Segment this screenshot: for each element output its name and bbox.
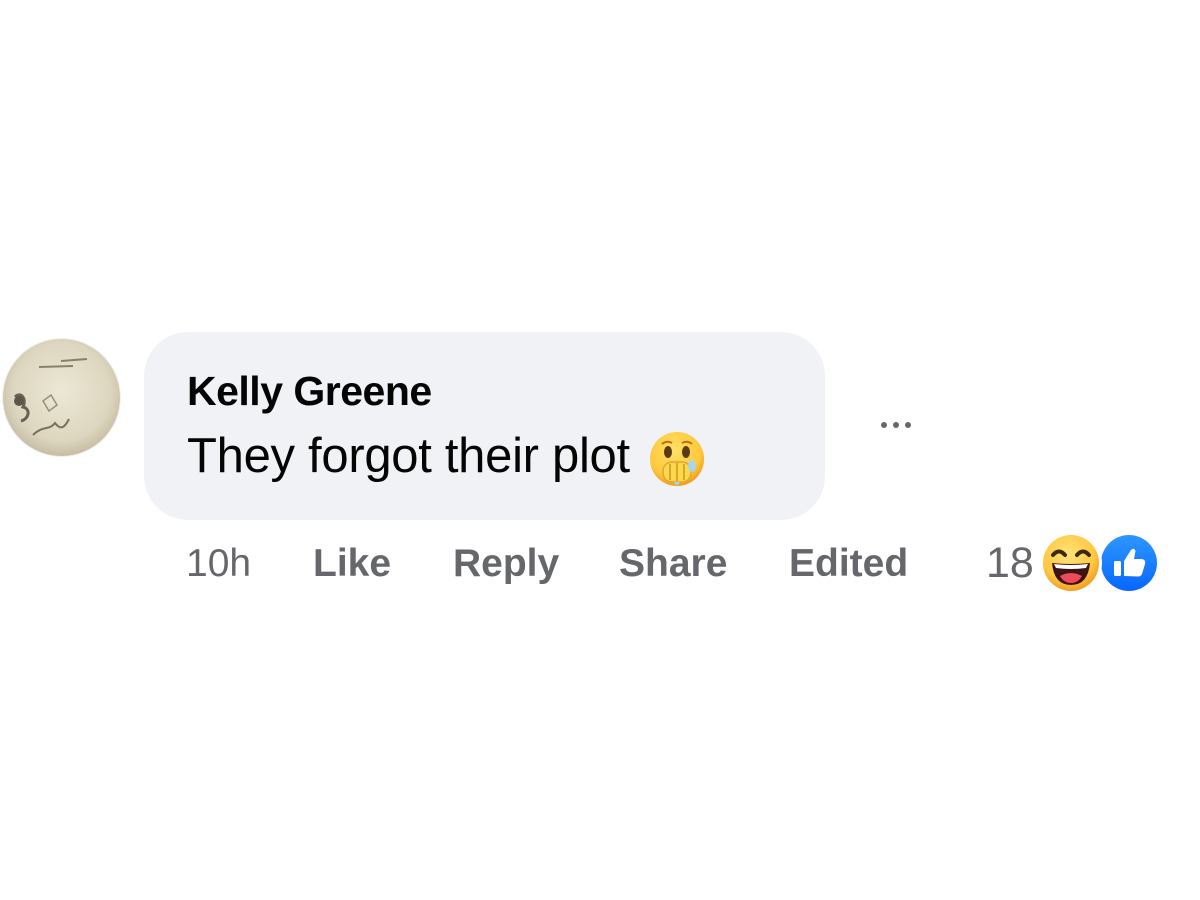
share-button[interactable]: Share <box>619 536 727 592</box>
like-button[interactable]: Like <box>313 536 391 592</box>
comment-timestamp[interactable]: 10h <box>186 536 251 592</box>
reply-button[interactable]: Reply <box>453 536 559 592</box>
comment: Kelly Greene They forgot their plot 10h … <box>0 0 1200 900</box>
face-with-hand-over-mouth-emoji-icon <box>648 430 706 488</box>
like-reaction-icon <box>1096 530 1162 601</box>
more-options-icon <box>881 422 911 428</box>
comment-author[interactable]: Kelly Greene <box>187 368 432 415</box>
avatar[interactable] <box>3 339 120 456</box>
more-options-button[interactable] <box>862 400 930 450</box>
reaction-count: 18 <box>986 538 1034 587</box>
haha-reaction-icon <box>1038 530 1104 601</box>
comment-body: They forgot their plot <box>187 426 706 486</box>
reaction-icons <box>1038 530 1164 596</box>
profile-avatar-icon <box>3 339 120 456</box>
edited-label[interactable]: Edited <box>789 536 908 592</box>
comment-text: They forgot their plot <box>187 429 630 483</box>
reaction-summary[interactable]: 18 <box>986 530 1164 596</box>
